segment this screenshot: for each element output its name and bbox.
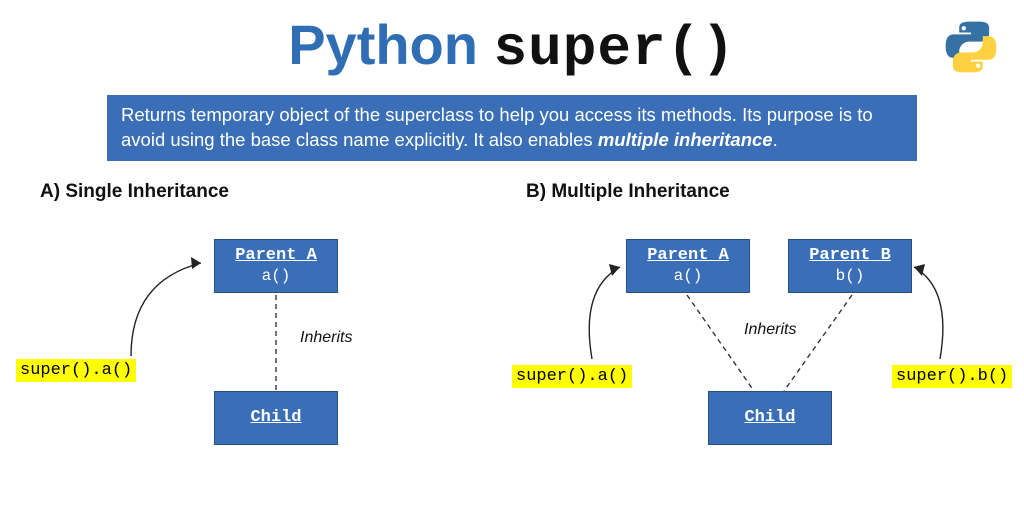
class-box-child-b: Child — [708, 391, 832, 445]
call-label-a: super().a() — [16, 359, 136, 382]
super-arrow-b-right — [914, 267, 943, 359]
class-method: a() — [627, 265, 749, 292]
class-name: Child — [215, 392, 337, 443]
call-label-b-b: super().b() — [892, 365, 1012, 388]
class-box-parent-a-b: Parent_A a() — [626, 239, 750, 293]
heading-b: B) Multiple Inheritance — [526, 181, 988, 203]
diagram-multiple-inheritance: B) Multiple Inheritance Parent_A a() Par… — [522, 181, 988, 237]
class-box-parent-a: Parent_A a() — [214, 239, 338, 293]
heading-a: A) Single Inheritance — [40, 181, 502, 203]
connectors-b — [522, 181, 988, 511]
diagram-single-inheritance: A) Single Inheritance Parent_A a() Child… — [36, 181, 502, 237]
python-logo-icon — [942, 18, 1000, 76]
class-name: Parent_A — [215, 240, 337, 265]
diagram-columns: A) Single Inheritance Parent_A a() Child… — [0, 181, 1024, 237]
class-method: b() — [789, 265, 911, 292]
description-emphasis: multiple inheritance — [598, 129, 773, 150]
title-word-python: Python — [288, 13, 478, 76]
super-arrow-b-left — [589, 267, 620, 359]
call-label-b-a: super().a() — [512, 365, 632, 388]
description-box: Returns temporary object of the supercla… — [107, 95, 917, 161]
page-title: Python super() — [0, 0, 1024, 81]
inherits-label-b: Inherits — [744, 321, 796, 339]
class-box-child-a: Child — [214, 391, 338, 445]
class-box-parent-b: Parent_B b() — [788, 239, 912, 293]
super-arrow-a — [131, 263, 201, 356]
arrow-head-a — [191, 257, 201, 269]
class-name: Parent_A — [627, 240, 749, 265]
inherits-label-a: Inherits — [300, 329, 352, 347]
class-name: Parent_B — [789, 240, 911, 265]
connectors-a — [36, 181, 502, 511]
arrow-head-b-right — [914, 264, 925, 276]
inherit-line-b-right — [784, 295, 852, 391]
class-method: a() — [215, 265, 337, 292]
description-text-after: . — [773, 129, 778, 150]
class-name: Child — [709, 392, 831, 443]
arrow-head-b-left — [609, 264, 620, 276]
inherit-line-b-left — [687, 295, 754, 391]
title-word-super: super() — [494, 17, 736, 81]
